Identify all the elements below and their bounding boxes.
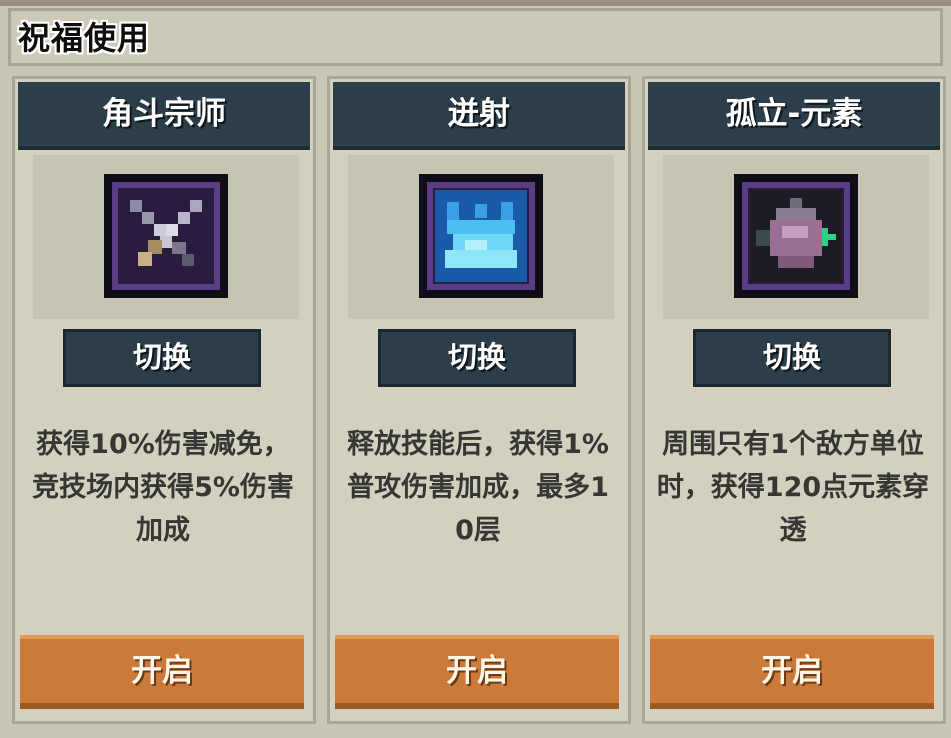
blessing-description: 释放技能后，获得1%普攻伤害加成，最多10层 <box>347 429 609 546</box>
blessing-description: 周围只有1个敌方单位时，获得120点元素穿透 <box>656 429 930 546</box>
icon-panel <box>663 155 929 319</box>
card-title: 迸射 <box>333 82 625 150</box>
enable-button[interactable]: 开启 <box>335 635 619 709</box>
blessing-card-3: 孤立-元素 切换 周围只有1个敌方单位时，获得120点元素穿透 开启 <box>642 76 946 724</box>
isolated-element-icon <box>734 174 858 298</box>
switch-button[interactable]: 切换 <box>693 329 891 387</box>
blessing-description: 获得10%伤害减免，竞技场内获得5%伤害加成 <box>32 429 294 546</box>
crossed-swords-icon <box>104 174 228 298</box>
card-title: 角斗宗师 <box>18 82 310 150</box>
top-edge-strip <box>0 0 951 6</box>
blue-splash-icon <box>419 174 543 298</box>
card-title: 孤立-元素 <box>648 82 940 150</box>
blessing-card-1: 角斗宗师 切换 获得10%伤害减免，竞技场内获得5%伤害加成 开启 <box>12 76 316 724</box>
enable-button[interactable]: 开启 <box>20 635 304 709</box>
blessing-card-2: 迸射 切换 释放技能后，获得1%普攻伤害加成，最多10层 开启 <box>327 76 631 724</box>
page-title: 祝福使用 <box>18 19 151 57</box>
icon-panel <box>348 155 614 319</box>
switch-button[interactable]: 切换 <box>378 329 576 387</box>
switch-button[interactable]: 切换 <box>63 329 261 387</box>
enable-button[interactable]: 开启 <box>650 635 934 709</box>
icon-panel <box>33 155 299 319</box>
